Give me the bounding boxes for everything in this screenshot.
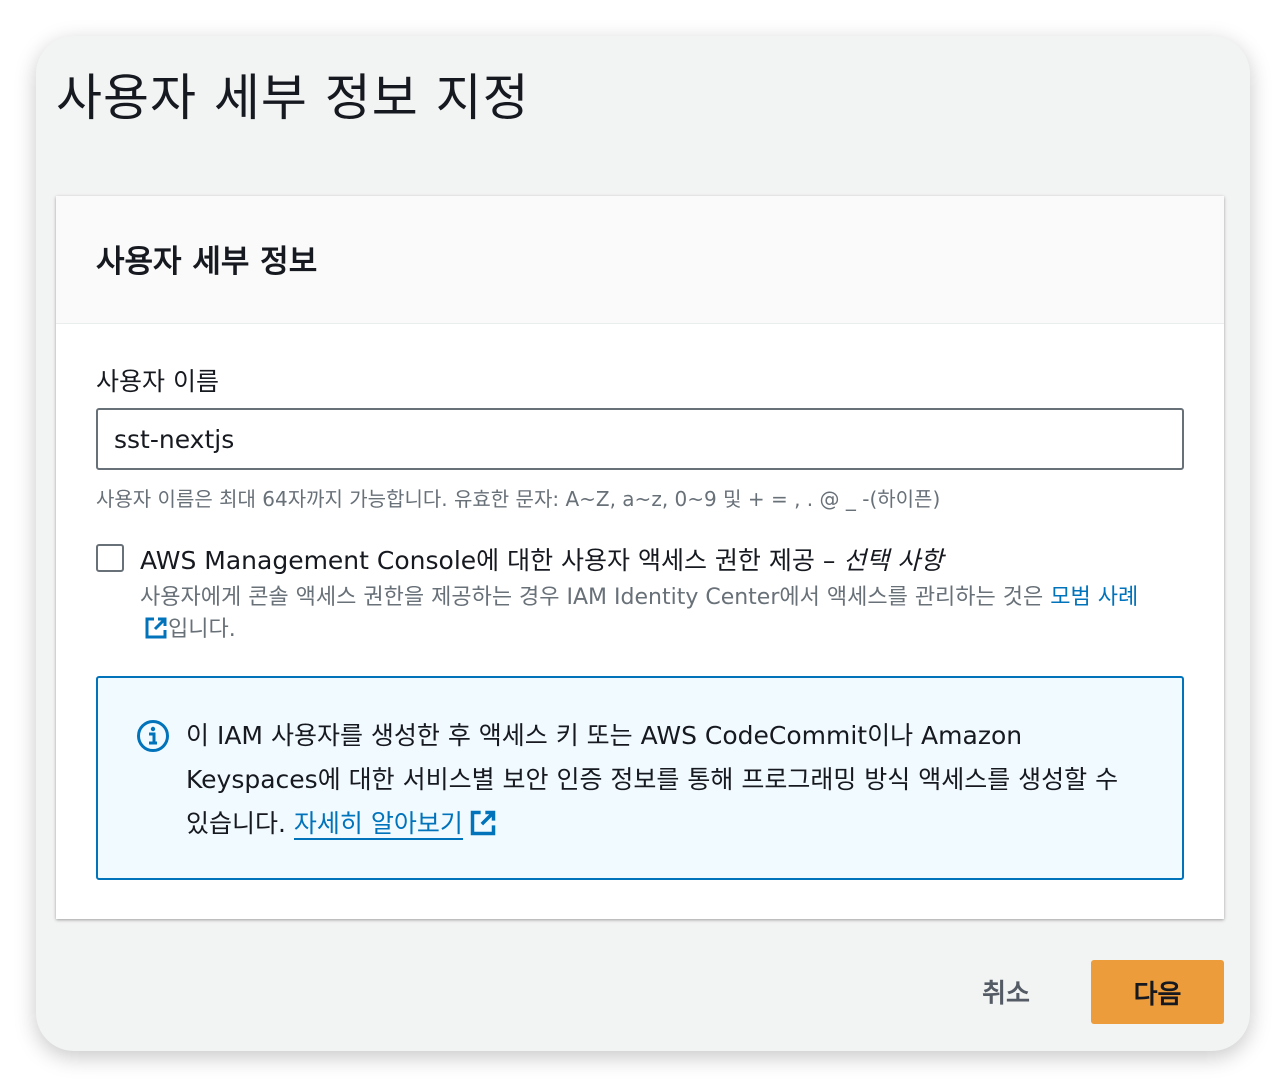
card-title: 사용자 세부 정보	[96, 244, 318, 280]
next-button[interactable]: 다음	[1091, 960, 1224, 1024]
username-input[interactable]	[96, 408, 1184, 470]
external-link-icon	[145, 617, 167, 639]
console-access-checkbox[interactable]	[96, 544, 124, 572]
info-icon	[137, 720, 169, 752]
console-access-desc-text: 사용자에게 콘솔 액세스 권한을 제공하는 경우 IAM Identity Ce…	[140, 585, 1051, 610]
console-access-description: 사용자에게 콘솔 액세스 권한을 제공하는 경우 IAM Identity Ce…	[140, 582, 1140, 646]
optional-tag: 선택 사항	[843, 546, 944, 575]
info-alert: 이 IAM 사용자를 생성한 후 액세스 키 또는 AWS CodeCommit…	[96, 676, 1184, 880]
console-access-label-text: AWS Management Console에 대한 사용자 액세스 권한 제공…	[140, 546, 844, 575]
info-alert-text: 이 IAM 사용자를 생성한 후 액세스 키 또는 AWS CodeCommit…	[186, 714, 1146, 846]
learn-more-link[interactable]: 자세히 알아보기	[293, 809, 463, 840]
console-access-desc-suffix: 입니다.	[168, 617, 236, 642]
user-details-card: 사용자 세부 정보 사용자 이름 사용자 이름은 최대 64자까지 가능합니다.…	[56, 196, 1224, 919]
best-practice-link-text: 모범 사례	[1050, 585, 1139, 610]
username-hint: 사용자 이름은 최대 64자까지 가능합니다. 유효한 문자: A~Z, a~z…	[96, 487, 941, 511]
external-link-icon[interactable]	[469, 809, 497, 837]
cancel-button[interactable]: 취소	[956, 958, 1056, 1024]
console-access-label[interactable]: AWS Management Console에 대한 사용자 액세스 권한 제공…	[140, 541, 943, 577]
username-label: 사용자 이름	[96, 367, 219, 396]
card-header: 사용자 세부 정보	[56, 196, 1224, 324]
dialog-window: 사용자 세부 정보 지정 사용자 세부 정보 사용자 이름 사용자 이름은 최대…	[36, 36, 1250, 1051]
page-title: 사용자 세부 정보 지정	[56, 69, 530, 127]
